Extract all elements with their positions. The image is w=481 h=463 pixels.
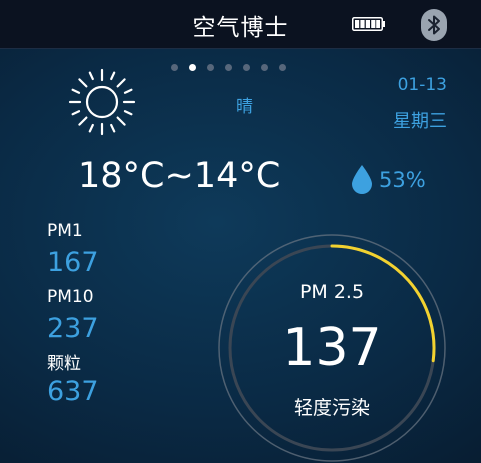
page-dot[interactable] [279,64,286,71]
date-label: 01-13 [397,75,447,95]
metric-label-pm1: PM1 [47,221,83,241]
humidity-value: 53% [379,168,426,192]
weekday-label: 星期三 [393,111,447,132]
page-indicator[interactable] [171,64,286,71]
sun-icon [68,68,136,136]
page-dot[interactable] [171,64,178,71]
page-dot[interactable] [261,64,268,71]
metric-value-pm10: 237 [47,313,99,344]
gauge-label: PM 2.5 [299,281,365,303]
metric-value-pm1: 167 [47,247,99,278]
weather-condition: 晴 [236,97,253,117]
app-title: 空气博士 [192,15,289,41]
gauge-status: 轻度污染 [293,397,370,419]
page-dot[interactable] [243,64,250,71]
top-bar: 空气博士 [0,0,481,49]
metric-label-particles: 颗粒 [47,354,81,374]
metric-value-particles: 637 [47,376,99,407]
metric-label-pm10: PM10 [47,287,94,307]
page-dot[interactable] [207,64,214,71]
gauge-value: 137 [282,318,382,378]
water-drop-icon [352,165,372,194]
bluetooth-icon[interactable] [421,9,447,41]
battery-full-icon [352,17,385,31]
temperature-range: 18°C~14°C [78,156,281,196]
page-dot[interactable] [225,64,232,71]
page-dot-active[interactable] [189,64,196,71]
